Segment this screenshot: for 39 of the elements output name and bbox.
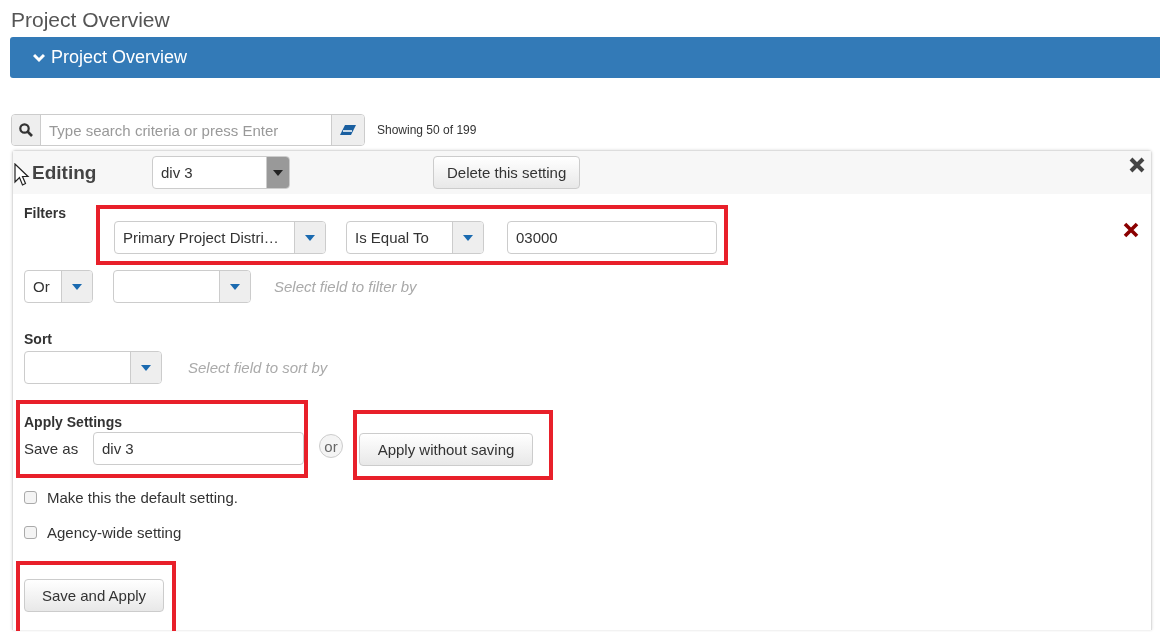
save-and-apply-button[interactable]: Save and Apply	[24, 579, 164, 612]
remove-icon	[1123, 222, 1139, 238]
section-title: Project Overview	[51, 47, 188, 68]
hint-text: Select field to sort by	[188, 359, 328, 376]
close-icon	[1129, 157, 1145, 173]
page-title: Project Overview	[10, 7, 171, 33]
save-as-label: Save as	[24, 440, 80, 457]
field-dropdown[interactable]: Primary Project Distri…	[114, 221, 326, 254]
delete-setting-button[interactable]: Delete this setting	[433, 156, 581, 189]
caret-icon	[273, 169, 283, 176]
checkbox-label: Make this the default setting.	[47, 489, 238, 506]
search-icon	[19, 123, 33, 137]
connector-dropdown[interactable]: Or	[24, 270, 93, 303]
chevron-icon	[33, 51, 45, 64]
eraser-icon	[339, 124, 357, 136]
field-dropdown[interactable]	[113, 270, 251, 303]
value-field[interactable]: 03000	[507, 221, 717, 254]
or-badge: or	[319, 434, 343, 458]
editing-label: Editing	[31, 161, 98, 184]
apply-without-saving-button[interactable]: Apply without saving	[359, 433, 533, 466]
checkbox[interactable]	[24, 526, 37, 539]
caret-icon	[72, 283, 82, 290]
caret-icon	[141, 364, 151, 371]
caret-icon	[230, 283, 240, 290]
caret-icon	[305, 234, 315, 241]
result-count: Showing 50 of 199	[377, 123, 477, 137]
apply-settings-label: Apply Settings	[24, 414, 123, 430]
search-field[interactable]: Type search criteria or press Enter	[11, 114, 365, 146]
sort-label: Sort	[24, 331, 53, 347]
checkbox-label: Agency-wide setting	[47, 524, 182, 541]
sort-dropdown[interactable]	[24, 351, 162, 384]
section-bar[interactable]: Project Overview	[10, 37, 1160, 78]
operator-dropdown[interactable]: Is Equal To	[346, 221, 484, 254]
save-as-field[interactable]: div 3	[93, 432, 304, 465]
caret-icon	[463, 234, 473, 241]
checkbox[interactable]	[24, 491, 37, 504]
setting-dropdown[interactable]: div 3	[152, 156, 290, 189]
hint-text: Select field to filter by	[274, 278, 417, 295]
filters-label: Filters	[24, 204, 67, 221]
